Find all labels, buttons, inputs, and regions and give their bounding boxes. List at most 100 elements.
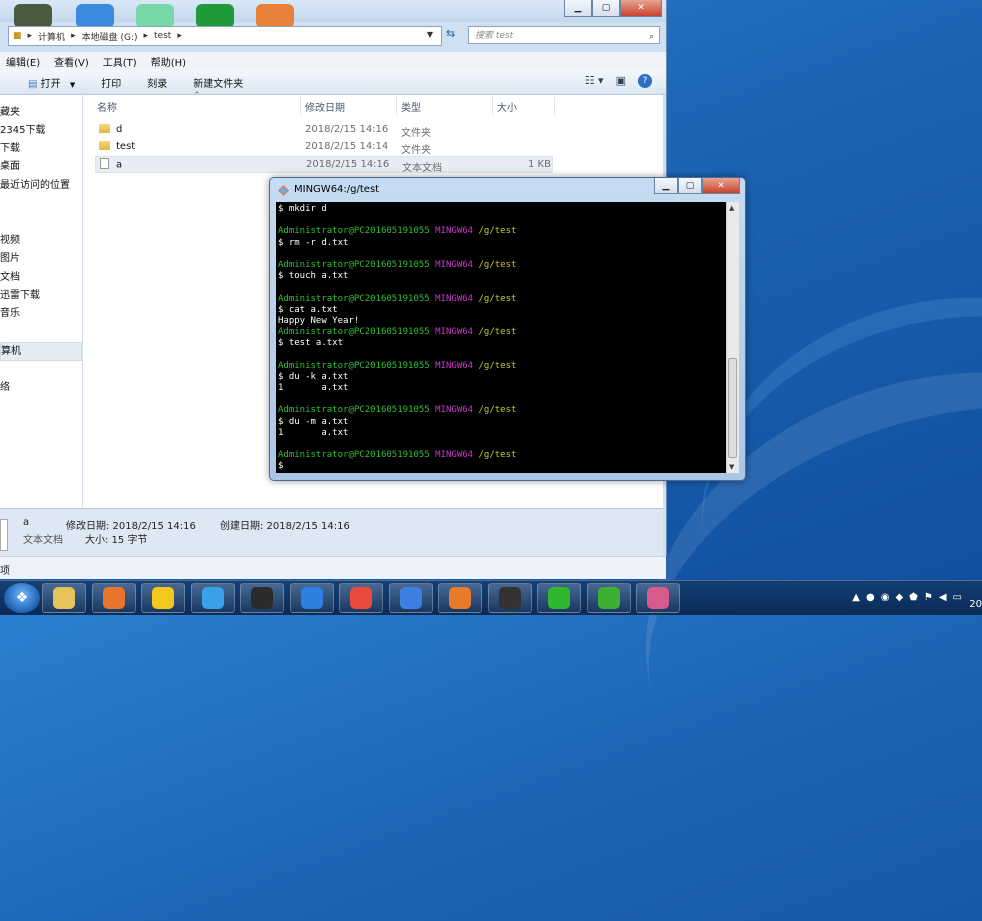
nav-computer[interactable]: 算机 [0, 342, 82, 361]
nav-favorites[interactable]: 藏夹 [0, 104, 80, 121]
desktop-icon-3[interactable] [136, 4, 174, 28]
text-file-icon [100, 158, 109, 169]
menu-tools[interactable]: 工具(T) [103, 54, 137, 69]
nav-videos[interactable]: 视频 [0, 232, 80, 249]
file-type: 文件夹 [401, 128, 431, 139]
help-icon[interactable]: ? [638, 74, 652, 88]
close-button[interactable]: ✕ [620, 0, 662, 17]
prompt-path: /g/test [478, 405, 517, 416]
prompt-line: Administrator@PC201605191055 MINGW64 /g/… [278, 294, 726, 305]
taskbar-360-browser[interactable] [141, 583, 185, 613]
terminal-output[interactable]: $ mkdir d Administrator@PC201605191055 MI… [276, 202, 726, 473]
refresh-icon[interactable]: ⇆ [446, 27, 462, 43]
column-name[interactable]: 名称 [97, 99, 117, 114]
file-row[interactable]: test 2018/2/15 14:14 文件夹 [95, 139, 553, 156]
menu-edit[interactable]: 编辑(E) [6, 54, 40, 69]
preview-pane-icon[interactable]: ▣ [616, 74, 626, 88]
taskbar-baidu-app[interactable] [388, 583, 433, 613]
column-date[interactable]: 修改日期 [305, 99, 345, 114]
maximize-button[interactable]: ▢ [592, 0, 620, 17]
nav-music[interactable]: 音乐 [0, 305, 80, 322]
column-size[interactable]: 大小 [497, 99, 517, 114]
column-divider[interactable] [396, 97, 397, 115]
tray-shield-icon[interactable]: ⬟ [909, 592, 918, 603]
open-button[interactable]: ▤ 打开 ▼ [28, 75, 75, 90]
nav-network[interactable]: 络 [0, 379, 80, 396]
column-divider[interactable] [554, 97, 555, 115]
breadcrumb-computer[interactable]: 计算机 [38, 30, 65, 43]
nav-documents[interactable]: 文档 [0, 269, 80, 286]
tray-chevron-icon[interactable]: ▲ [852, 592, 860, 603]
taskbar-media-player[interactable] [91, 583, 136, 613]
address-bar[interactable]: ■ ▸ 计算机 ▸ 本地磁盘 (G:) ▸ test ▸ ▼ [8, 26, 442, 46]
taskbar-firefox-browser[interactable] [438, 583, 482, 613]
explorer-titlebar[interactable]: ▁ ▢ ✕ [0, 0, 666, 28]
taskbar: ❖ ▲ ● ◉ ◆ ⬟ ⚑ ◀ ▭ 20 [0, 580, 982, 615]
desktop-icon-2[interactable] [76, 4, 114, 28]
tray-flag-icon[interactable]: ⚑ [924, 592, 933, 603]
desktop-icon-5[interactable] [256, 4, 294, 28]
print-button[interactable]: 打印 [101, 75, 121, 90]
minimize-button[interactable]: ▁ [654, 178, 678, 194]
nav-pictures[interactable]: 图片 [0, 250, 80, 267]
taskbar-ie-browser[interactable] [190, 583, 235, 613]
taskbar-git-gui-app[interactable] [636, 583, 680, 613]
taskbar-feishu-app[interactable] [289, 583, 334, 613]
clock[interactable]: 20 [969, 599, 982, 610]
scroll-thumb[interactable] [728, 358, 737, 458]
nav-2345-downloads[interactable]: 2345下载 [0, 122, 80, 139]
file-name: a [116, 159, 123, 171]
file-row-selected[interactable]: a 2018/2/15 14:16 文本文档 1 KB [95, 156, 553, 174]
tray-app-icon[interactable]: ● [866, 592, 875, 603]
tray-network-icon[interactable]: ▭ [953, 592, 962, 603]
maximize-button[interactable]: ▢ [678, 178, 702, 194]
file-date: 2018/2/15 14:16 [305, 124, 389, 135]
menu-help[interactable]: 帮助(H) [151, 54, 186, 69]
terminal-scrollbar[interactable]: ▲ ▼ [726, 202, 739, 473]
taskbar-green-app[interactable] [537, 583, 581, 613]
column-divider[interactable] [300, 97, 301, 115]
menu-view[interactable]: 查看(V) [54, 54, 89, 69]
breadcrumb-test[interactable]: test [154, 31, 171, 41]
nav-recent-places[interactable]: 最近访问的位置 [0, 177, 80, 194]
prompt-path: /g/test [478, 450, 517, 461]
column-type[interactable]: 类型 [401, 99, 421, 114]
scroll-down-icon[interactable]: ▼ [729, 463, 734, 471]
desktop-icon-1[interactable] [14, 4, 52, 28]
taskbar-obs-app[interactable] [487, 583, 532, 613]
tray-wechat-icon[interactable]: ◉ [881, 592, 890, 603]
desktop-icon-4[interactable] [196, 4, 234, 28]
taskbar-file-explorer[interactable] [42, 583, 86, 613]
nav-thunder-downloads[interactable]: 迅雷下载 [0, 287, 80, 304]
nav-downloads[interactable]: 下载 [0, 140, 80, 157]
taskbar-wechat-app[interactable] [586, 583, 631, 613]
status-text: 项 [0, 566, 10, 577]
prompt-path: /g/test [478, 293, 517, 304]
start-button[interactable]: ❖ [4, 583, 40, 613]
tray-volume-icon[interactable]: ◀ [939, 592, 947, 603]
breadcrumb-drive[interactable]: 本地磁盘 (G:) [82, 30, 138, 43]
scroll-up-icon[interactable]: ▲ [729, 204, 734, 212]
view-options-icon[interactable]: ☷ ▾ [585, 74, 604, 88]
column-divider[interactable] [492, 97, 493, 115]
open-label: 打开 [40, 78, 61, 90]
minimize-button[interactable]: ▁ [564, 0, 592, 17]
taskbar-git-app[interactable] [240, 583, 284, 613]
status-bar: 项 [0, 556, 666, 579]
chevron-down-icon[interactable]: ▼ [427, 30, 433, 39]
tray-security-icon[interactable]: ◆ [895, 592, 903, 603]
search-input[interactable]: 搜索 test ⌕ [468, 26, 660, 44]
file-size: 1 KB [528, 159, 551, 170]
output-line: 1 a.txt [278, 427, 349, 438]
system-tray: ▲ ● ◉ ◆ ⬟ ⚑ ◀ ▭ [852, 592, 962, 603]
burn-button[interactable]: 刻录 [147, 75, 167, 90]
close-button[interactable]: ✕ [702, 178, 740, 194]
file-row[interactable]: d 2018/2/15 14:16 文件夹 [95, 122, 553, 139]
taskbar-chrome-browser[interactable] [339, 583, 383, 613]
prompt-user: Administrator@PC201605191055 [278, 405, 430, 416]
search-icon[interactable]: ⌕ [649, 28, 654, 46]
nav-desktop[interactable]: 桌面 [0, 158, 80, 175]
new-folder-button[interactable]: 新建文件夹 [193, 75, 243, 90]
